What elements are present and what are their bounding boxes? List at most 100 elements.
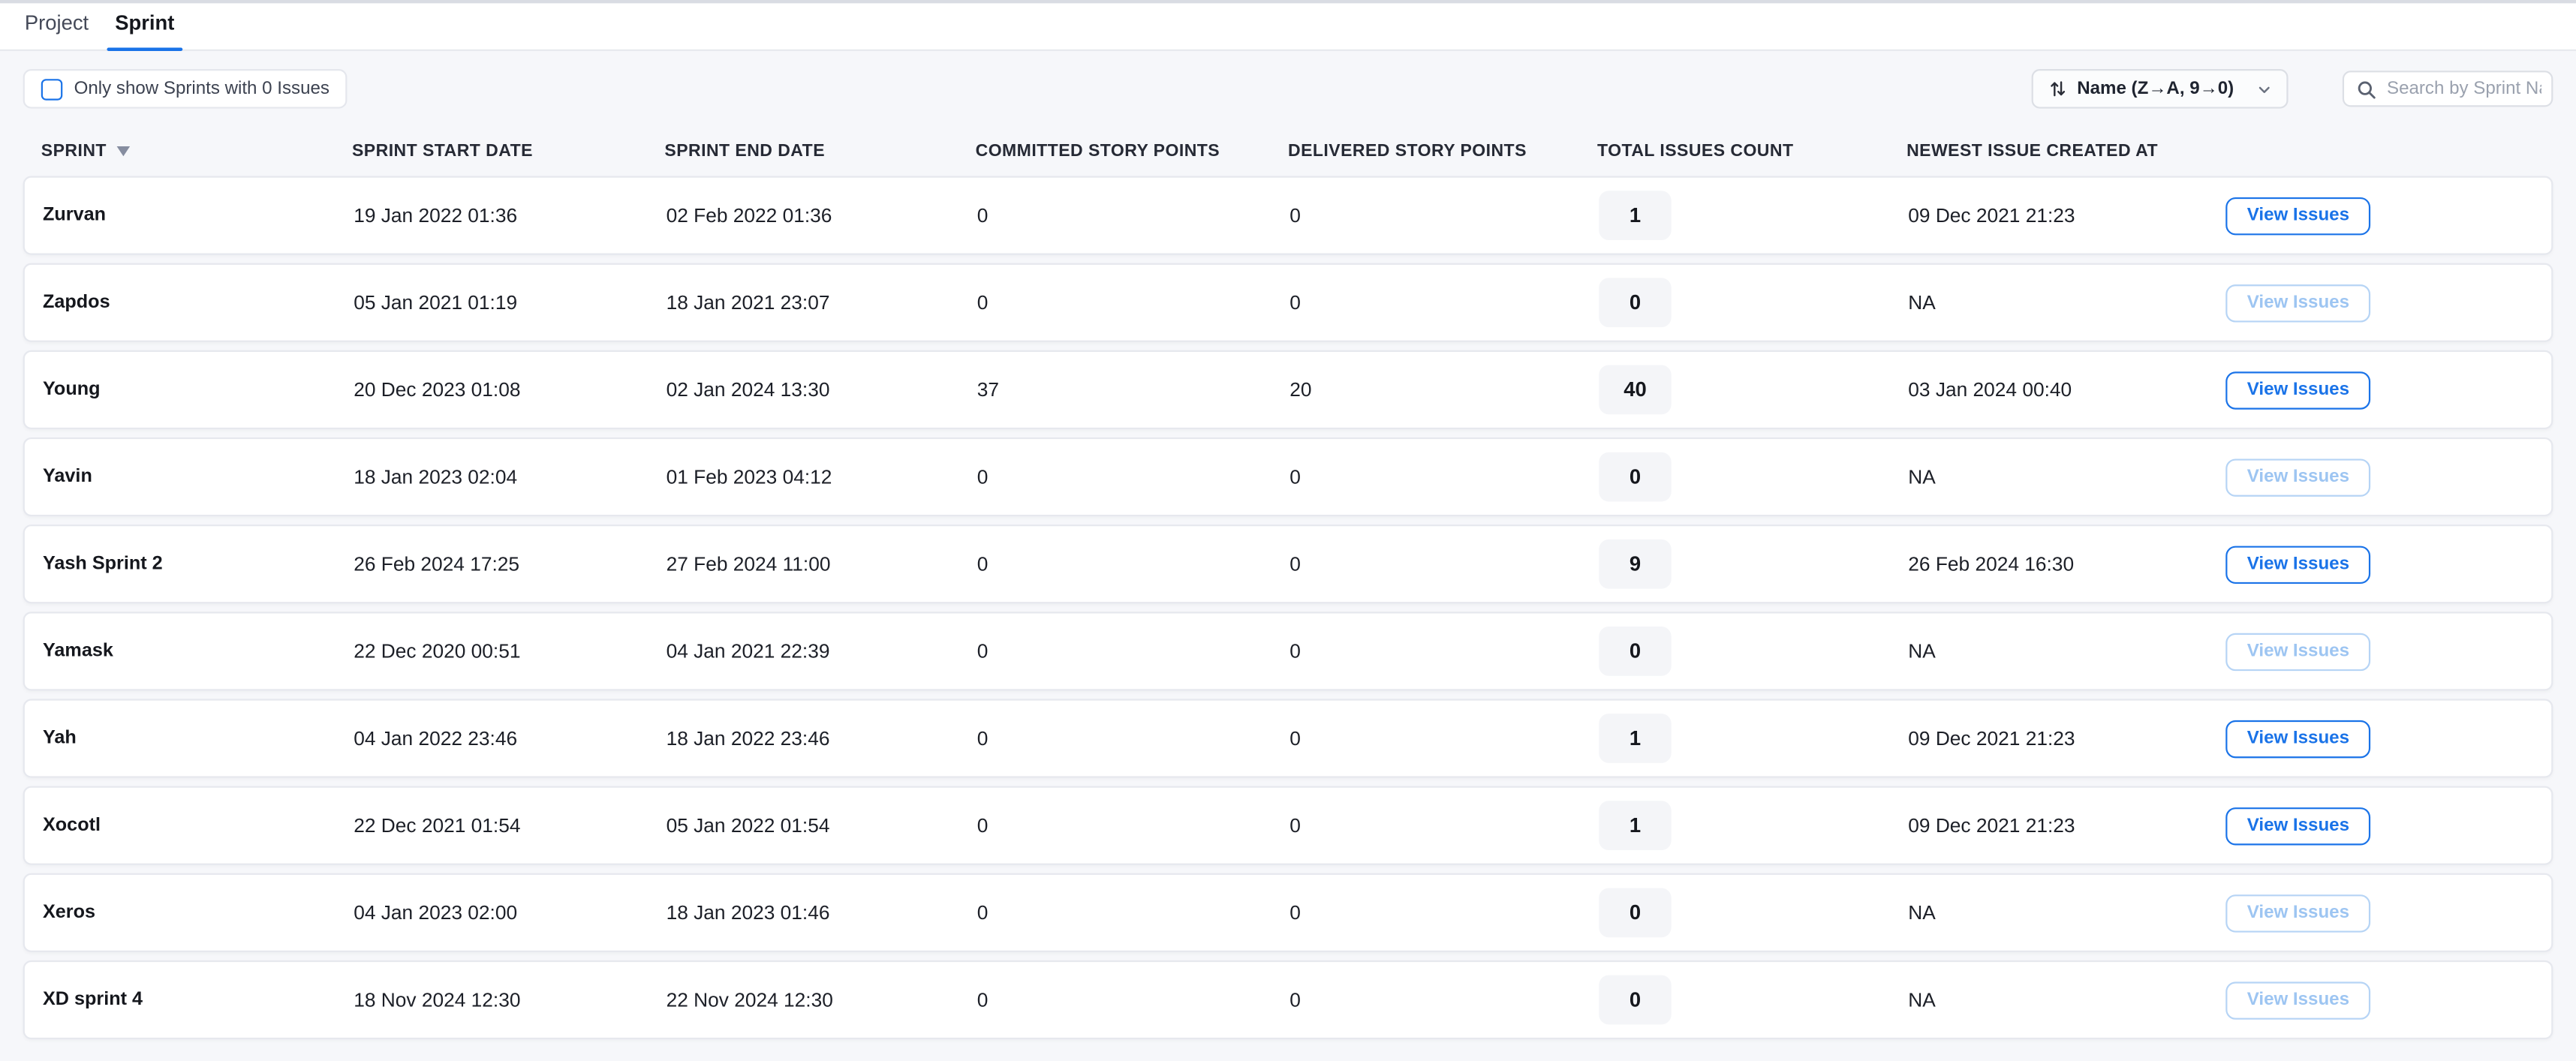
delivered-story-points: 0 bbox=[1290, 988, 1599, 1011]
newest-issue-created-at: 09 Dec 2021 21:23 bbox=[1908, 204, 2225, 227]
total-issues-badge: 0 bbox=[1599, 452, 1671, 502]
sprint-name: Yash Sprint 2 bbox=[43, 555, 354, 574]
sprint-start-date: 04 Jan 2022 23:46 bbox=[354, 727, 666, 750]
table-row: Yavin 18 Jan 2023 02:04 01 Feb 2023 04:1… bbox=[23, 437, 2553, 516]
committed-story-points: 37 bbox=[977, 378, 1290, 401]
sprint-name: Young bbox=[43, 380, 354, 399]
view-issues-button: View Issues bbox=[2225, 284, 2370, 321]
sprint-name: Yavin bbox=[43, 467, 354, 486]
sort-dropdown-label: Name (Z→A, 9→0) bbox=[2077, 79, 2234, 98]
view-issues-button: View Issues bbox=[2225, 981, 2370, 1018]
table-header: SPRINT SPRINT START DATE SPRINT END DATE… bbox=[23, 130, 2553, 173]
delivered-story-points: 0 bbox=[1290, 640, 1599, 663]
newest-issue-created-at: NA bbox=[1908, 465, 2225, 488]
sprint-page: Project Sprint Only show Sprints with 0 … bbox=[0, 0, 2576, 1061]
sprint-end-date: 18 Jan 2021 23:07 bbox=[667, 291, 977, 314]
delivered-story-points: 0 bbox=[1290, 204, 1599, 227]
column-header-delivered: DELIVERED STORY POINTS bbox=[1288, 141, 1597, 161]
sprint-start-date: 22 Dec 2020 00:51 bbox=[354, 640, 666, 663]
sprint-search bbox=[2343, 71, 2553, 107]
sprint-end-date: 27 Feb 2024 11:00 bbox=[667, 552, 977, 576]
sort-desc-icon bbox=[116, 146, 130, 156]
table-row: Yash Sprint 2 26 Feb 2024 17:25 27 Feb 2… bbox=[23, 524, 2553, 603]
sprint-start-date: 18 Nov 2024 12:30 bbox=[354, 988, 666, 1011]
sprint-start-date: 26 Feb 2024 17:25 bbox=[354, 552, 666, 576]
newest-issue-created-at: 09 Dec 2021 21:23 bbox=[1908, 727, 2225, 750]
tab-bar: Project Sprint bbox=[0, 0, 2576, 51]
zero-issues-filter[interactable]: Only show Sprints with 0 Issues bbox=[23, 69, 348, 109]
column-header-newest-issue: NEWEST ISSUE CREATED AT bbox=[1906, 141, 2224, 161]
sprint-name: Zapdos bbox=[43, 293, 354, 312]
table-row: Xeros 04 Jan 2023 02:00 18 Jan 2023 01:4… bbox=[23, 873, 2553, 952]
sprint-start-date: 18 Jan 2023 02:04 bbox=[354, 465, 666, 488]
delivered-story-points: 0 bbox=[1290, 552, 1599, 576]
total-issues-badge: 1 bbox=[1599, 191, 1671, 240]
newest-issue-created-at: 03 Jan 2024 00:40 bbox=[1908, 378, 2225, 401]
committed-story-points: 0 bbox=[977, 988, 1290, 1011]
delivered-story-points: 20 bbox=[1290, 378, 1599, 401]
table-row: Zapdos 05 Jan 2021 01:19 18 Jan 2021 23:… bbox=[23, 263, 2553, 342]
view-issues-button: View Issues bbox=[2225, 458, 2370, 495]
sprint-name: Xocotl bbox=[43, 816, 354, 835]
sprint-name: Yamask bbox=[43, 642, 354, 661]
sprint-end-date: 18 Jan 2022 23:46 bbox=[667, 727, 977, 750]
sprint-name: Zurvan bbox=[43, 206, 354, 225]
table-row: Yah 04 Jan 2022 23:46 18 Jan 2022 23:46 … bbox=[23, 699, 2553, 777]
sort-dropdown[interactable]: Name (Z→A, 9→0) bbox=[2031, 69, 2289, 109]
sprint-name: XD sprint 4 bbox=[43, 990, 354, 1009]
view-issues-button[interactable]: View Issues bbox=[2225, 371, 2370, 408]
table-row: XD sprint 4 18 Nov 2024 12:30 22 Nov 202… bbox=[23, 960, 2553, 1039]
committed-story-points: 0 bbox=[977, 814, 1290, 837]
newest-issue-created-at: NA bbox=[1908, 901, 2225, 924]
sprint-end-date: 05 Jan 2022 01:54 bbox=[667, 814, 977, 837]
committed-story-points: 0 bbox=[977, 727, 1290, 750]
tab-project[interactable]: Project bbox=[17, 11, 97, 49]
delivered-story-points: 0 bbox=[1290, 727, 1599, 750]
chevron-down-icon bbox=[2257, 81, 2272, 96]
sprint-table-body: Zurvan 19 Jan 2022 01:36 02 Feb 2022 01:… bbox=[23, 176, 2553, 1040]
total-issues-badge: 0 bbox=[1599, 888, 1671, 937]
sprint-start-date: 20 Dec 2023 01:08 bbox=[354, 378, 666, 401]
view-issues-button: View Issues bbox=[2225, 633, 2370, 670]
committed-story-points: 0 bbox=[977, 291, 1290, 314]
sprint-end-date: 01 Feb 2023 04:12 bbox=[667, 465, 977, 488]
view-issues-button[interactable]: View Issues bbox=[2225, 546, 2370, 583]
sprint-start-date: 19 Jan 2022 01:36 bbox=[354, 204, 666, 227]
tab-sprint[interactable]: Sprint bbox=[107, 11, 182, 49]
total-issues-badge: 40 bbox=[1599, 365, 1671, 415]
column-header-end-date: SPRINT END DATE bbox=[664, 141, 975, 161]
table-row: Xocotl 22 Dec 2021 01:54 05 Jan 2022 01:… bbox=[23, 786, 2553, 865]
delivered-story-points: 0 bbox=[1290, 465, 1599, 488]
view-issues-button[interactable]: View Issues bbox=[2225, 807, 2370, 844]
column-header-start-date: SPRINT START DATE bbox=[352, 141, 664, 161]
delivered-story-points: 0 bbox=[1290, 901, 1599, 924]
sprint-end-date: 18 Jan 2023 01:46 bbox=[667, 901, 977, 924]
zero-issues-checkbox[interactable] bbox=[41, 78, 62, 99]
toolbar: Only show Sprints with 0 Issues Name (Z→… bbox=[23, 71, 2553, 107]
total-issues-badge: 1 bbox=[1599, 801, 1671, 850]
total-issues-badge: 1 bbox=[1599, 714, 1671, 763]
sort-arrows-icon bbox=[2048, 79, 2067, 98]
zero-issues-filter-label: Only show Sprints with 0 Issues bbox=[74, 79, 330, 98]
column-header-sprint[interactable]: SPRINT bbox=[41, 141, 352, 161]
sprint-end-date: 04 Jan 2021 22:39 bbox=[667, 640, 977, 663]
table-row: Zurvan 19 Jan 2022 01:36 02 Feb 2022 01:… bbox=[23, 176, 2553, 255]
view-issues-button[interactable]: View Issues bbox=[2225, 197, 2370, 234]
newest-issue-created-at: NA bbox=[1908, 640, 2225, 663]
total-issues-badge: 0 bbox=[1599, 627, 1671, 676]
view-issues-button[interactable]: View Issues bbox=[2225, 720, 2370, 757]
delivered-story-points: 0 bbox=[1290, 291, 1599, 314]
table-row: Young 20 Dec 2023 01:08 02 Jan 2024 13:3… bbox=[23, 350, 2553, 429]
newest-issue-created-at: NA bbox=[1908, 988, 2225, 1011]
table-row: Yamask 22 Dec 2020 00:51 04 Jan 2021 22:… bbox=[23, 612, 2553, 690]
committed-story-points: 0 bbox=[977, 640, 1290, 663]
column-header-committed: COMMITTED STORY POINTS bbox=[976, 141, 1288, 161]
sprint-start-date: 22 Dec 2021 01:54 bbox=[354, 814, 666, 837]
sprint-start-date: 05 Jan 2021 01:19 bbox=[354, 291, 666, 314]
view-issues-button: View Issues bbox=[2225, 894, 2370, 931]
committed-story-points: 0 bbox=[977, 901, 1290, 924]
delivered-story-points: 0 bbox=[1290, 814, 1599, 837]
committed-story-points: 0 bbox=[977, 465, 1290, 488]
sprint-end-date: 22 Nov 2024 12:30 bbox=[667, 988, 977, 1011]
newest-issue-created-at: 09 Dec 2021 21:23 bbox=[1908, 814, 2225, 837]
